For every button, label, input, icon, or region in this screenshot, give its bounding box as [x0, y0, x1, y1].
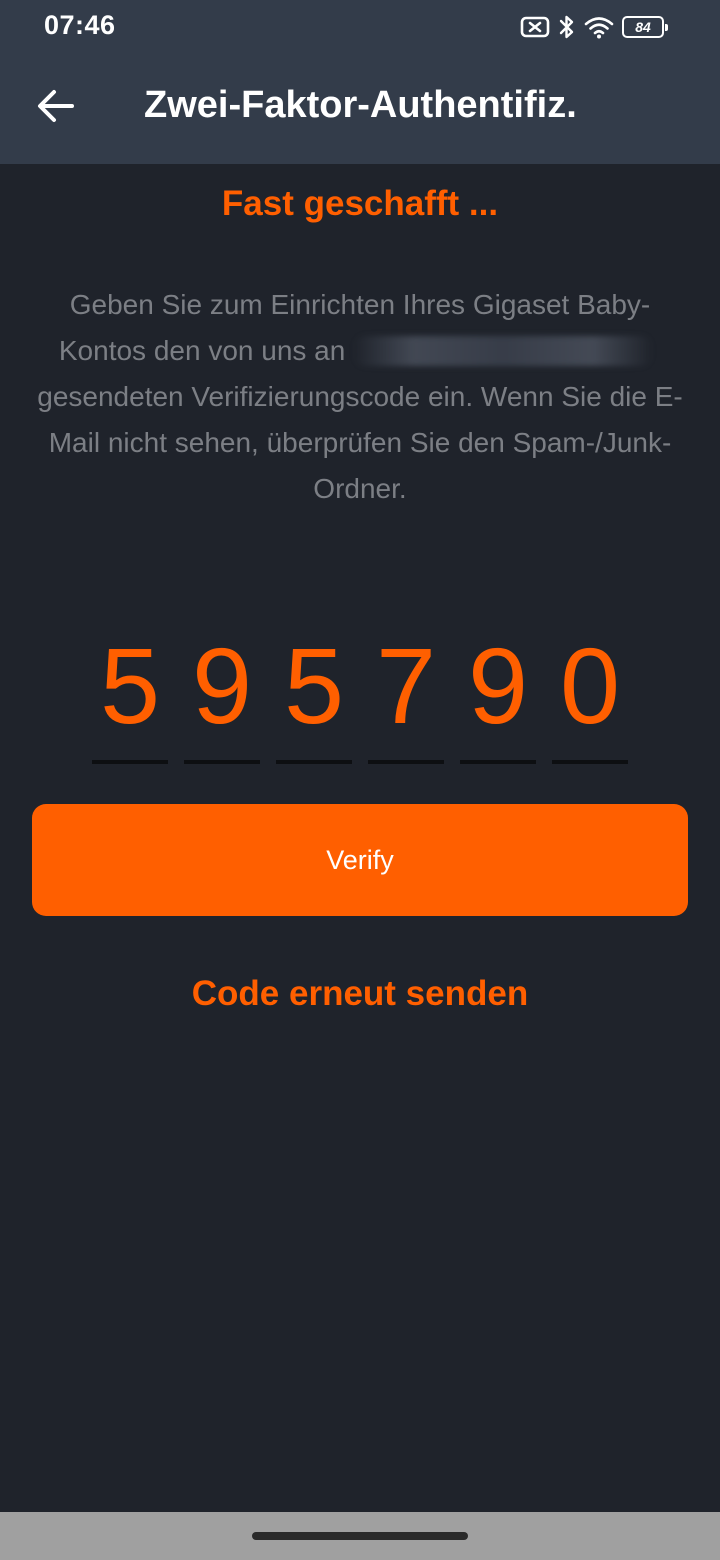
no-sim-icon	[520, 15, 550, 39]
code-digit: 5	[99, 625, 161, 746]
code-digit-field[interactable]: 0	[552, 626, 628, 766]
digit-underline	[368, 760, 444, 764]
code-digit-field[interactable]: 9	[184, 626, 260, 766]
arrow-left-icon	[36, 88, 76, 129]
header: 07:46 84 Zwei-Faktor-Authentifiz.	[0, 0, 720, 164]
redacted-email	[353, 336, 654, 366]
status-icons: 84	[520, 12, 668, 42]
wifi-icon	[584, 15, 614, 39]
back-button[interactable]	[24, 76, 88, 140]
bluetooth-icon	[558, 14, 576, 40]
status-bar: 07:46 84	[0, 0, 720, 54]
code-digit-field[interactable]: 9	[460, 626, 536, 766]
app-bar: Zwei-Faktor-Authentifiz.	[0, 54, 720, 164]
digit-underline	[184, 760, 260, 764]
code-digit: 9	[467, 625, 529, 746]
digit-underline	[92, 760, 168, 764]
code-digit: 9	[191, 625, 253, 746]
digit-underline	[276, 760, 352, 764]
code-digit: 7	[375, 625, 437, 746]
code-digit-field[interactable]: 5	[276, 626, 352, 766]
resend-code-link[interactable]: Code erneut senden	[0, 974, 720, 1014]
code-digit-field[interactable]: 7	[368, 626, 444, 766]
status-time: 07:46	[44, 10, 116, 40]
digit-underline	[552, 760, 628, 764]
code-digit-field[interactable]: 5	[92, 626, 168, 766]
page-title: Zwei-Faktor-Authentifiz.	[144, 84, 577, 126]
digit-underline	[460, 760, 536, 764]
verify-button[interactable]: Verify	[32, 804, 688, 916]
battery-icon: 84	[622, 16, 668, 38]
system-nav-bar	[0, 1512, 720, 1560]
code-digit: 0	[559, 625, 621, 746]
verification-code-input[interactable]: 5 9 5 7 9 0	[92, 626, 628, 766]
instructions-after: gesendeten Verifizierungscode ein. Wenn …	[37, 381, 683, 504]
home-indicator[interactable]	[252, 1532, 468, 1540]
code-digit: 5	[283, 625, 345, 746]
subtitle: Fast geschafft ...	[221, 184, 499, 223]
instructions-text: Geben Sie zum Einrichten Ihres Gigaset B…	[30, 282, 690, 512]
screen: 07:46 84 Zwei-Faktor-Authentifiz. Fast g…	[0, 0, 720, 1560]
battery-level: 84	[635, 19, 651, 35]
